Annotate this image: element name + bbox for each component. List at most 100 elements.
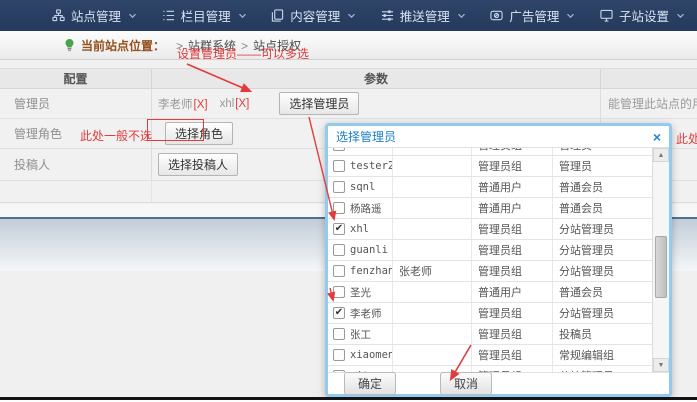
modal-title: 选择管理员 bbox=[336, 128, 396, 145]
bulb-icon bbox=[64, 38, 75, 53]
user-realname bbox=[393, 148, 472, 155]
nav-item-sitemap[interactable]: 站点管理 bbox=[52, 6, 137, 25]
user-checkbox[interactable]: ✔ bbox=[333, 244, 345, 256]
user-realname bbox=[393, 219, 472, 239]
push-icon bbox=[381, 9, 395, 23]
remove-admin-x[interactable]: [X] bbox=[235, 98, 249, 110]
user-group: 管理员组 bbox=[472, 345, 553, 365]
scroll-down-icon[interactable]: ▼ bbox=[653, 358, 669, 372]
user-group: 管理员组 bbox=[472, 261, 553, 281]
user-role: 分站管理员 bbox=[553, 240, 652, 260]
user-realname bbox=[393, 198, 472, 218]
select-contributor-button[interactable]: 选择投稿人 bbox=[158, 153, 238, 176]
breadcrumb-label: 当前站点位置： bbox=[81, 37, 165, 54]
list-icon bbox=[162, 9, 176, 23]
ad-icon bbox=[490, 9, 504, 23]
user-role: 普通会员 bbox=[553, 198, 652, 218]
form-header-row: 配置 参数 bbox=[0, 69, 697, 89]
chevron-down-icon bbox=[566, 13, 575, 19]
header-params: 参数 bbox=[152, 69, 601, 88]
select-admin-modal: 选择管理员 × ✔ tester1 管理员组 管理员 ✔ tester2 管理员… bbox=[325, 123, 672, 397]
user-checkbox[interactable]: ✔ bbox=[333, 148, 345, 151]
user-role: 管理员 bbox=[553, 156, 652, 176]
user-row[interactable]: ✔ 杨路遥 普通用户 普通会员 bbox=[328, 198, 652, 219]
user-role: 分站管理员 bbox=[553, 261, 652, 281]
chevron-down-icon bbox=[676, 13, 685, 19]
select-admin-button[interactable]: 选择管理员 bbox=[279, 92, 359, 115]
user-group: 普通用户 bbox=[472, 177, 553, 197]
modal-footer: 确定 取消 bbox=[328, 372, 669, 394]
content-icon bbox=[271, 9, 285, 23]
nav-item-ad[interactable]: 广告管理 bbox=[490, 6, 575, 25]
user-group: 管理员组 bbox=[472, 303, 553, 323]
scrollbar-thumb[interactable] bbox=[655, 236, 667, 298]
user-realname bbox=[393, 240, 472, 260]
user-role: 普通会员 bbox=[553, 282, 652, 302]
nav-item-monitor[interactable]: 子站设置 bbox=[600, 6, 685, 25]
user-checkbox[interactable]: ✔ bbox=[333, 202, 345, 214]
user-role: 分站管理员 bbox=[553, 303, 652, 323]
nav-item-list[interactable]: 栏目管理 bbox=[162, 6, 247, 25]
user-row[interactable]: ✔ sqnl 普通用户 普通会员 bbox=[328, 177, 652, 198]
chevron-down-icon bbox=[347, 13, 356, 19]
note-multi-select: 设置管理员——可以多选 bbox=[177, 45, 309, 62]
user-group: 管理员组 bbox=[472, 324, 553, 344]
ok-button[interactable]: 确定 bbox=[344, 372, 396, 395]
row-admin-value: 李老师[X] xhl[X] 选择管理员 bbox=[152, 89, 601, 118]
user-group: 管理员组 bbox=[472, 219, 553, 239]
modal-title-bar: 选择管理员 × bbox=[328, 126, 669, 148]
user-row[interactable]: ✔ guanli 管理员组 分站管理员 bbox=[328, 240, 652, 261]
user-group: 普通用户 bbox=[472, 198, 553, 218]
user-row[interactable]: ✔ tester1 管理员组 管理员 bbox=[328, 148, 652, 156]
user-group: 管理员组 bbox=[472, 156, 553, 176]
chevron-down-icon bbox=[457, 13, 466, 19]
user-checkbox[interactable]: ✔ bbox=[333, 223, 345, 235]
remove-admin-x[interactable]: [X] bbox=[194, 99, 208, 111]
nav-item-push[interactable]: 推送管理 bbox=[381, 6, 466, 25]
chevron-down-icon bbox=[238, 13, 247, 19]
cancel-button[interactable]: 取消 bbox=[440, 372, 492, 395]
user-checkbox[interactable]: ✔ bbox=[333, 160, 345, 172]
user-checkbox[interactable]: ✔ bbox=[333, 265, 345, 277]
top-nav: 站点管理 栏目管理 内容管理 推送管理 bbox=[0, 0, 697, 31]
user-row[interactable]: ✔ xiaomeng 管理员组 常规编辑组 bbox=[328, 345, 652, 366]
user-row[interactable]: ✔ 李老师 管理员组 分站管理员 bbox=[328, 303, 652, 324]
user-checkbox[interactable]: ✔ bbox=[333, 349, 345, 361]
monitor-icon bbox=[600, 9, 614, 23]
user-role: 投稿员 bbox=[553, 324, 652, 344]
note-usually-skip: 此处一般不选 bbox=[80, 127, 152, 144]
scroll-up-icon[interactable]: ▲ bbox=[653, 148, 669, 162]
chevron-down-icon bbox=[128, 13, 137, 19]
user-row[interactable]: ✔ tester2 管理员组 管理员 bbox=[328, 156, 652, 177]
user-checkbox[interactable]: ✔ bbox=[333, 307, 345, 319]
user-realname bbox=[393, 303, 472, 323]
user-list: ✔ tester1 管理员组 管理员 ✔ tester2 管理员组 管理员 ✔ … bbox=[328, 148, 669, 372]
user-realname bbox=[393, 282, 472, 302]
annotation-box-select-role bbox=[147, 119, 204, 141]
scrollbar[interactable]: ▲ ▼ bbox=[652, 148, 669, 372]
user-row[interactable]: ✔ 张工 管理员组 投稿员 bbox=[328, 324, 652, 345]
user-checkbox[interactable]: ✔ bbox=[333, 181, 345, 193]
sitemap-icon bbox=[52, 9, 66, 23]
selected-admin-chip: xhl[X] bbox=[220, 98, 250, 110]
user-realname bbox=[393, 324, 472, 344]
user-row[interactable]: ✔ xhl 管理员组 分站管理员 bbox=[328, 219, 652, 240]
row-contributor-label: 投稿人 bbox=[0, 149, 152, 180]
user-checkbox[interactable]: ✔ bbox=[333, 286, 345, 298]
user-row[interactable]: ✔ fenzhan 张老师 管理员组 分站管理员 bbox=[328, 261, 652, 282]
user-realname bbox=[393, 156, 472, 176]
user-role: 普通会员 bbox=[553, 177, 652, 197]
user-checkbox[interactable]: ✔ bbox=[333, 328, 345, 340]
user-role: 常规编辑组 bbox=[553, 345, 652, 365]
note-clipped-right: 此处 bbox=[676, 130, 697, 147]
cms-admin-screen: 站点管理 栏目管理 内容管理 推送管理 bbox=[0, 0, 697, 402]
close-icon[interactable]: × bbox=[653, 130, 661, 144]
nav-item-content[interactable]: 内容管理 bbox=[271, 6, 356, 25]
user-role: 分站管理员 bbox=[553, 219, 652, 239]
user-group: 管理员组 bbox=[472, 240, 553, 260]
user-row[interactable]: ✔ 圣光 普通用户 普通会员 bbox=[328, 282, 652, 303]
row-admin-label: 管理员 bbox=[0, 89, 152, 118]
header-spacer bbox=[601, 69, 697, 88]
header-config: 配置 bbox=[0, 69, 152, 88]
user-realname: 张老师 bbox=[393, 261, 472, 281]
